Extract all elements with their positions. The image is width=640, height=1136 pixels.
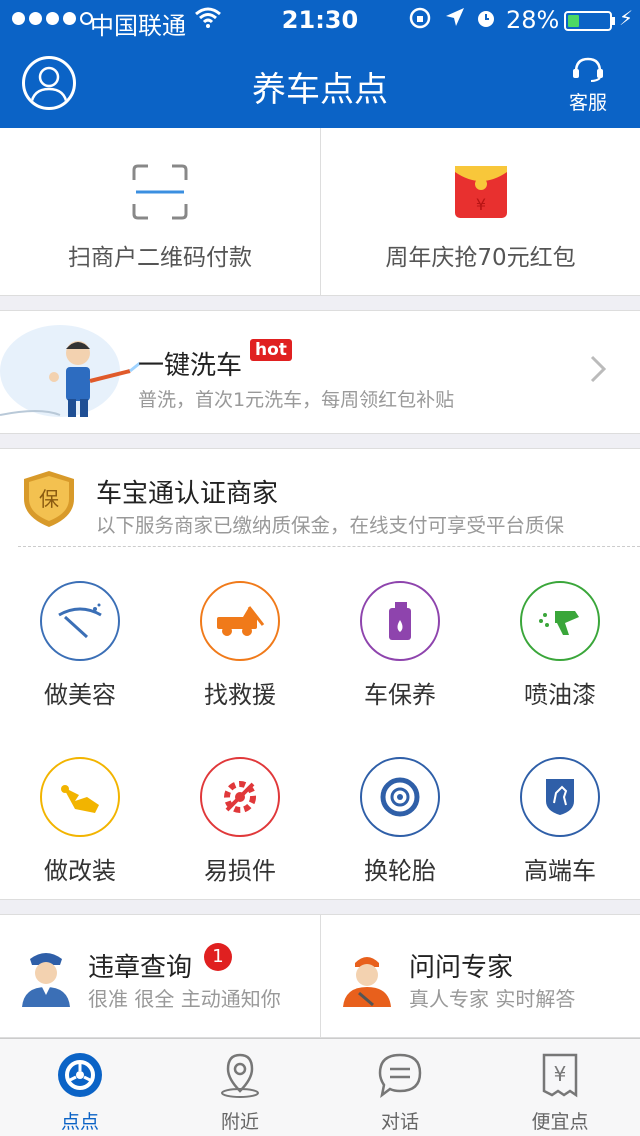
service-label: 做改装 (44, 857, 116, 885)
map-pin-icon (216, 1051, 264, 1103)
svg-text:¥: ¥ (554, 1062, 567, 1086)
red-envelope-button[interactable]: ¥ 周年庆抢70元红包 (320, 128, 640, 296)
hot-badge: hot (250, 339, 292, 361)
service-label: 换轮胎 (364, 857, 436, 885)
police-officer-icon (18, 945, 74, 1013)
ask-expert-button[interactable]: 问问专家 真人专家 实时解答 (320, 915, 640, 1039)
violation-subtitle: 很准 很全 主动通知你 (88, 987, 281, 1011)
mechanic-expert-icon (339, 945, 395, 1013)
tab-label: 附近 (220, 1111, 259, 1133)
charging-bolt-icon: ⚡ (619, 6, 634, 30)
svg-text:保: 保 (39, 487, 59, 511)
car-wash-banner[interactable]: 一键洗车 hot 普洗，首次1元洗车，每周领红包补贴 (0, 310, 640, 434)
service-luxury[interactable]: 高端车 (480, 757, 640, 907)
service-label: 客服 (568, 92, 607, 114)
scan-qr-pay-button[interactable]: 扫商户二维码付款 (0, 128, 320, 296)
scan-qr-label: 扫商户二维码付款 (68, 245, 252, 271)
service-label: 车保养 (364, 681, 436, 709)
tab-cheap[interactable]: ¥ 便宜点 (480, 1039, 640, 1136)
tab-label: 便宜点 (531, 1111, 589, 1133)
car-wash-title: 一键洗车 (138, 351, 243, 381)
dashed-divider (18, 546, 640, 547)
tab-label: 对话 (380, 1111, 419, 1133)
service-parts[interactable]: 易损件 (160, 757, 320, 907)
gear-wrench-icon (200, 757, 280, 837)
service-label: 喷油漆 (524, 681, 596, 709)
chat-bubble-icon (376, 1051, 424, 1103)
yuan-receipt-icon: ¥ (536, 1051, 584, 1103)
service-tire[interactable]: 换轮胎 (320, 757, 480, 907)
tab-bar: 点点 附近 对话 ¥ 便宜点 (0, 1038, 640, 1136)
tire-icon (360, 757, 440, 837)
oil-can-icon (360, 581, 440, 661)
violation-title: 违章查询 (88, 953, 193, 983)
wheel-tab-icon (56, 1051, 104, 1103)
service-label: 找救援 (204, 681, 276, 709)
status-bar: 中国联通 21:30 28% ⚡ (0, 0, 640, 40)
alarm-icon (474, 6, 498, 36)
spray-gun-icon (520, 581, 600, 661)
service-paint[interactable]: 喷油漆 (480, 581, 640, 731)
svg-text:¥: ¥ (476, 195, 486, 214)
modify-icon (40, 757, 120, 837)
expert-subtitle: 真人专家 实时解答 (409, 987, 576, 1011)
qr-scan-icon (132, 164, 188, 224)
car-wash-man-illustration (0, 311, 141, 439)
top-bar: 中国联通 21:30 28% ⚡ 养车点点 客服 (0, 0, 640, 128)
service-label: 易损件 (204, 857, 276, 885)
tab-label: 点点 (60, 1111, 99, 1133)
service-maintenance[interactable]: 车保养 (320, 581, 480, 731)
red-envelope-label: 周年庆抢70元红包 (385, 245, 576, 271)
violation-query-button[interactable]: 违章查询 1 很准 很全 主动通知你 (0, 915, 320, 1039)
quick-actions-card: 扫商户二维码付款 ¥ 周年庆抢70元红包 (0, 128, 640, 296)
guarantee-shield-icon: 保 (22, 469, 76, 533)
tow-truck-icon (200, 581, 280, 661)
horse-shield-icon (520, 757, 600, 837)
service-beauty[interactable]: 做美容 (0, 581, 160, 731)
tab-nearby[interactable]: 附近 (160, 1039, 320, 1136)
wiper-icon (40, 581, 120, 661)
service-rescue[interactable]: 找救援 (160, 581, 320, 731)
location-arrow-icon (444, 6, 466, 34)
notification-badge: 1 (204, 943, 232, 971)
certified-merchant-section: 保 车宝通认证商家 以下服务商家已缴纳质保金，在线支付可享受平台质保 做美容 找… (0, 448, 640, 900)
car-wash-subtitle: 普洗，首次1元洗车，每周领红包补贴 (138, 389, 455, 411)
tab-chat[interactable]: 对话 (320, 1039, 480, 1136)
customer-service-button[interactable]: 客服 (556, 56, 620, 115)
extras-card: 违章查询 1 很准 很全 主动通知你 问问专家 真人专家 实时解答 (0, 914, 640, 1039)
rotation-lock-icon (408, 6, 432, 36)
battery-tip (612, 17, 615, 25)
headset-icon (571, 57, 605, 86)
merchant-subtitle: 以下服务商家已缴纳质保金，在线支付可享受平台质保 (96, 514, 565, 537)
merchant-title: 车宝通认证商家 (96, 479, 279, 509)
battery-icon (564, 11, 612, 31)
battery-percent: 28% (506, 6, 560, 34)
service-modify[interactable]: 做改装 (0, 757, 160, 907)
red-envelope-icon: ¥ (453, 164, 509, 224)
service-label: 做美容 (44, 681, 116, 709)
tab-diandian[interactable]: 点点 (0, 1039, 160, 1136)
service-label: 高端车 (524, 857, 596, 885)
page-title: 养车点点 (252, 70, 388, 110)
chevron-right-icon (590, 355, 607, 387)
expert-title: 问问专家 (409, 953, 514, 983)
